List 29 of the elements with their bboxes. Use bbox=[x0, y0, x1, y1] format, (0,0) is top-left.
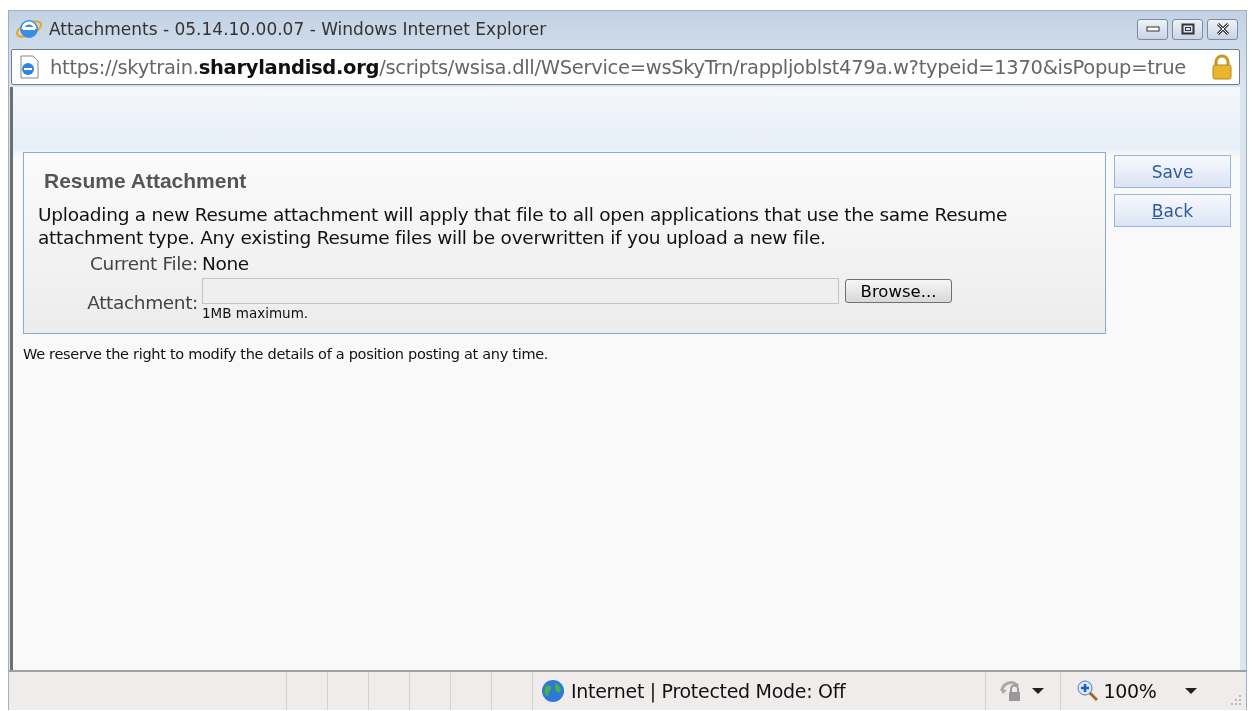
caret-icon[interactable] bbox=[1184, 687, 1197, 695]
page-icon bbox=[18, 55, 40, 79]
panel-title: Resume Attachment bbox=[44, 169, 248, 193]
minimize-icon bbox=[1145, 26, 1160, 32]
restore-button[interactable] bbox=[1172, 18, 1203, 40]
close-icon bbox=[1215, 23, 1230, 35]
back-button[interactable]: Back bbox=[1114, 194, 1231, 227]
url-text: https://skytrain.sharylandisd.org/scripts/wsisa.dll/WService=wsSkyTrn/rappljoblst479a.w?typeid=1370&isPopup=true bbox=[50, 55, 1188, 79]
globe-icon bbox=[541, 679, 565, 703]
file-path-field[interactable] bbox=[202, 278, 839, 304]
padlock-icon bbox=[1211, 54, 1233, 80]
zoom-icon bbox=[1077, 680, 1100, 702]
size-hint: 1MB maximum. bbox=[202, 305, 310, 321]
field-label: Attachment: bbox=[86, 291, 198, 313]
resize-grip-icon[interactable] bbox=[1230, 694, 1242, 706]
close-button[interactable] bbox=[1207, 18, 1238, 40]
save-button[interactable]: Save bbox=[1114, 155, 1231, 188]
address-field[interactable]: https://skytrain.sharylandisd.org/scripts/wsisa.dll/WService=wsSkyTrn/rappljoblst479a.w?typeid=1370&isPopup=true bbox=[11, 49, 1240, 85]
security-button[interactable] bbox=[985, 672, 1062, 710]
caret-icon bbox=[1032, 687, 1045, 695]
browse-button[interactable]: Browse... bbox=[845, 279, 952, 303]
description-text: Uploading a new Resume attachment will apply that file to all open applications that use the same Resume attachment type. Any existing Resume files will be overwritten if you upload a new file. bbox=[38, 203, 1009, 249]
window-title: Attachments - 05.14.10.00.07 - Windows Internet Explorer bbox=[49, 19, 548, 39]
restore-icon bbox=[1180, 23, 1195, 35]
security-zone-text: Internet | Protected Mode: Off bbox=[571, 680, 846, 702]
disclaimer-text: We reserve the right to modify the details of a position posting at any time. bbox=[23, 346, 550, 362]
zoom-level[interactable]: 100% bbox=[1103, 680, 1157, 702]
field-value: None bbox=[202, 253, 250, 274]
field-label: Current File: bbox=[89, 253, 198, 274]
